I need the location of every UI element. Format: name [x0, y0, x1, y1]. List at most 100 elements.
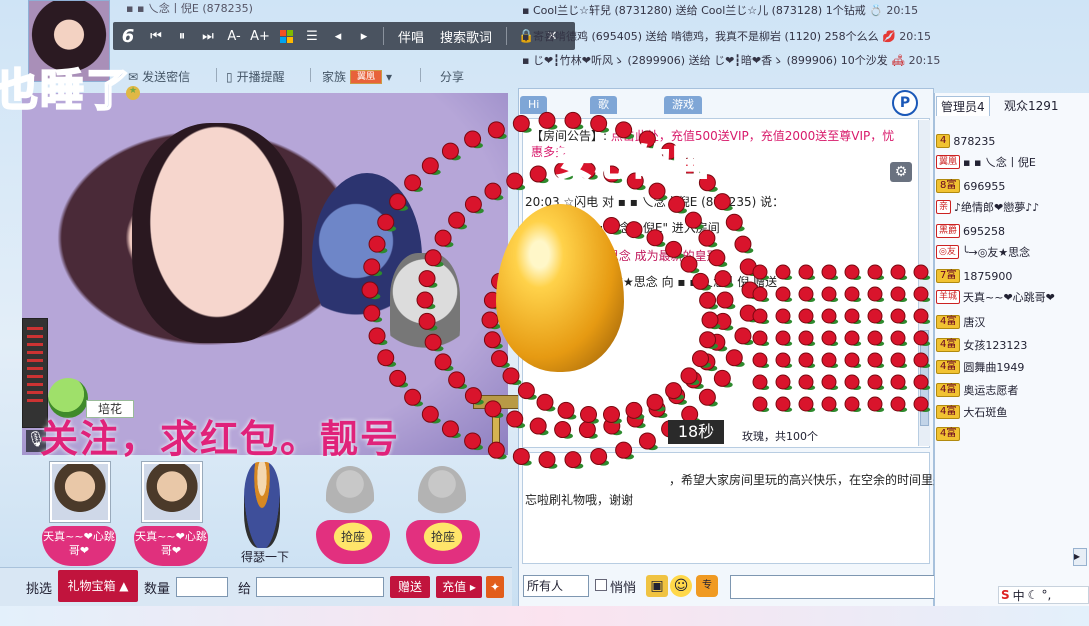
gift-pick-label: 挑选	[26, 582, 53, 597]
pause-icon[interactable]: ⏸	[169, 22, 195, 50]
sogou-icon: S	[1001, 588, 1010, 602]
user-name: 女孩123123	[963, 338, 1028, 352]
sofa-icon: 🛋	[891, 54, 906, 67]
show-off-label: 得瑟一下	[240, 550, 289, 564]
tab-admins[interactable]: 管理员4	[936, 96, 990, 116]
shift-right-icon[interactable]: ▸	[351, 22, 377, 50]
previous-icon[interactable]: ⏮	[143, 22, 169, 50]
user-list-item[interactable]: 4 878235	[936, 134, 995, 148]
sing-along-button[interactable]: 伴唱	[390, 22, 432, 50]
user-name: 唐汉	[963, 316, 986, 329]
badge-icon: ★	[126, 86, 140, 100]
user-list-item[interactable]: 7富 1875900	[936, 269, 1012, 283]
share-link[interactable]: 分享	[440, 68, 464, 85]
user-name: 天真~~❤心跳哥❤	[963, 291, 1055, 304]
cat-guitar-sticker	[390, 253, 460, 363]
seat-avatar-2[interactable]	[142, 462, 202, 522]
user-list-item[interactable]: 4富 大石斑鱼	[936, 404, 1007, 420]
user-level-badge: 4富	[936, 337, 961, 352]
seat-avatar-1[interactable]	[50, 462, 110, 522]
font-smaller-icon[interactable]: A-	[221, 22, 247, 50]
user-list-item[interactable]: 黑爵 695258	[936, 224, 1005, 238]
font-larger-icon[interactable]: A+	[247, 22, 273, 50]
send-secret-message[interactable]: ✉ 发送密信	[128, 68, 190, 85]
recharge-button[interactable]: 充值 ▸	[436, 576, 482, 598]
moon-icon: ☾	[1027, 588, 1039, 602]
user-level-badge: 4富	[936, 426, 961, 441]
whisper-checkbox[interactable]	[595, 579, 607, 591]
show-off-figure[interactable]	[244, 462, 280, 548]
family-link[interactable]: 家族 翼凰 ▾	[322, 68, 392, 85]
live-reminder[interactable]: ▯ 开播提醒	[226, 68, 285, 85]
user-list-scroll-right[interactable]: ▸	[1073, 548, 1087, 566]
gear-icon[interactable]: ⚙	[890, 162, 912, 182]
video-host-face	[132, 123, 302, 343]
grab-seat-button-1[interactable]: 抢座	[316, 520, 390, 564]
roses-count-label: 玫瑰，共100个	[742, 430, 818, 443]
user-level-badge: 8富	[936, 179, 961, 193]
user-list-item[interactable]: ◎友 ╰→◎友★思念	[936, 244, 1030, 260]
user-list-item[interactable]: 翼凰 ▪ ▪ 乀念丨倪Ε	[936, 154, 1036, 170]
user-level-badge: 4	[936, 134, 951, 148]
user-list-item[interactable]: 4富 女孩123123	[936, 337, 1027, 353]
user-list-item[interactable]: 8富 696955	[936, 179, 1005, 193]
chevron-right-icon: ▸	[469, 580, 476, 594]
user-name: 696955	[963, 179, 1006, 193]
chat-scrollbar[interactable]	[918, 120, 930, 446]
next-icon[interactable]: ⏭	[195, 22, 221, 50]
empty-seat-silhouette-2	[418, 466, 466, 526]
user-list-item[interactable]: 4富	[936, 426, 963, 441]
user-list-item[interactable]: 亲 ♪绝情郎❤戀夢♪♪	[936, 199, 1039, 215]
lyric-lines-icon[interactable]: ☰	[299, 22, 325, 50]
grab-seat-button-2[interactable]: 抢座	[406, 520, 480, 564]
private-chat[interactable]: ，希望大家房间里玩的高兴快乐，在空余的时间里别 忘啦刷礼物哦，谢谢	[522, 452, 945, 564]
user-level-badge: 羊城	[936, 290, 961, 304]
color-palette-icon[interactable]	[273, 22, 299, 50]
tab-hi[interactable]: Hi	[520, 96, 548, 114]
quantity-label: 数量	[144, 582, 171, 597]
user-level-badge: 4富	[936, 360, 961, 374]
gift-marquee-line: ▪ じ❤┇竹林❤听风ゝ (2899906) 送给 じ❤┇暗❤香ゝ (899906…	[522, 54, 941, 67]
p-icon[interactable]: P	[892, 90, 918, 116]
host-info: ▪ ▪ 乀念丨倪Ε (878235)	[126, 2, 253, 15]
recipient-input[interactable]	[256, 577, 384, 597]
player-logo[interactable]: 6	[113, 22, 143, 50]
user-level-badge: 翼凰	[936, 155, 961, 169]
quantity-input[interactable]	[176, 577, 228, 597]
user-name: 878235	[953, 134, 996, 148]
ime-toolbar[interactable]: S 中 ☾ °,	[998, 586, 1089, 604]
whisper-label: 悄悄	[610, 581, 637, 596]
tab-games[interactable]: 游戏	[664, 96, 702, 114]
gift-effect-pole	[492, 410, 500, 450]
seat-name-1: 天真~~❤心跳哥❤	[42, 526, 116, 566]
user-list-item[interactable]: 4富 圆舞曲1949	[936, 359, 1024, 375]
recipient-select[interactable]: 所有人	[523, 575, 589, 597]
recipient-label: 给	[238, 582, 252, 597]
chevron-up-icon: ▲	[119, 579, 129, 593]
user-name: 奥运志愿者	[963, 383, 1019, 397]
tab-song[interactable]: 歌	[590, 96, 617, 114]
private-message: ，希望大家房间里玩的高兴快乐，在空余的时间里别	[669, 473, 946, 487]
smiley-icon[interactable]: ☺	[670, 575, 692, 597]
search-lyrics-button[interactable]: 搜索歌词	[432, 22, 500, 50]
user-level-badge: 黑爵	[936, 224, 961, 238]
send-gift-button[interactable]: 赠送	[390, 576, 430, 598]
gift-effect-icon[interactable]: ✦	[486, 576, 504, 598]
user-name: 1875900	[963, 269, 1013, 283]
user-list-item[interactable]: 4富 唐汉	[936, 314, 985, 330]
diamond-ring-icon: 💍	[869, 4, 883, 17]
user-list-item[interactable]: 4富 奥运志愿者	[936, 382, 1018, 398]
image-icon[interactable]: ▣	[646, 575, 668, 597]
gift-marquee-line: ▪ Cool兰じ☆轩兒 (8731280) 送给 Cool兰じ☆儿 (87312…	[522, 4, 919, 17]
user-name: ▪ ▪ 乀念丨倪Ε	[963, 156, 1036, 169]
user-level-badge: 7富	[936, 269, 961, 283]
user-list-item[interactable]: 羊城 天真~~❤心跳哥❤	[936, 289, 1055, 305]
shift-left-icon[interactable]: ◂	[325, 22, 351, 50]
user-name: ♪绝情郎❤戀夢♪♪	[954, 201, 1040, 214]
tab-audience[interactable]: 观众1291	[1000, 96, 1063, 116]
seat-name-2: 天真~~❤心跳哥❤	[134, 526, 208, 566]
user-level-badge: 4富	[936, 315, 961, 329]
gift-box-dropdown[interactable]: 礼物宝箱 ▲	[58, 570, 138, 602]
bottom-strip	[0, 606, 1089, 626]
special-icon[interactable]: 专	[696, 575, 718, 597]
